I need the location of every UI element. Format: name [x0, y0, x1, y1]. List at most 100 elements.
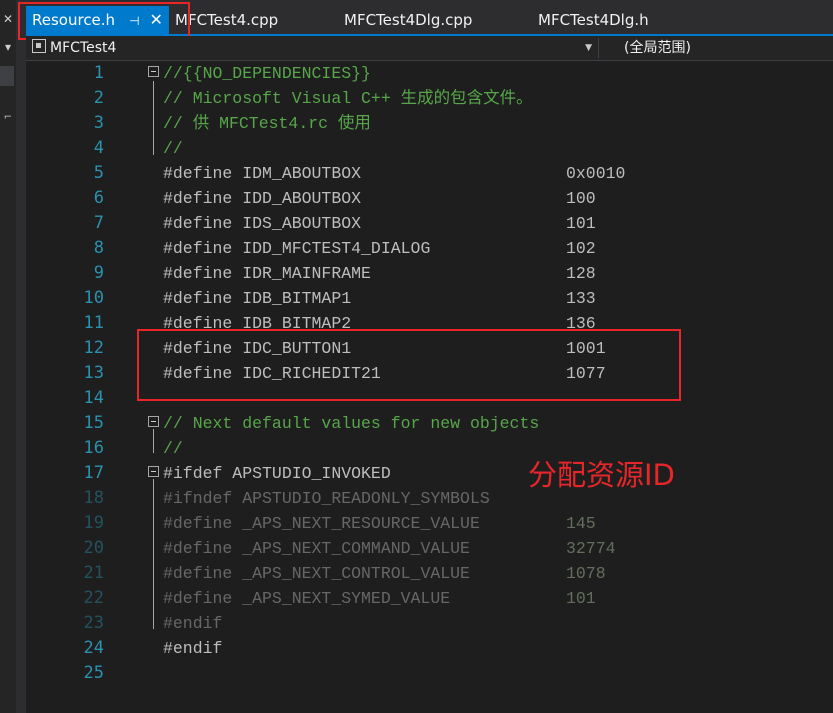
code-text: #define _APS_NEXT_CONTROL_VALUE — [163, 564, 470, 583]
code-text: #ifdef APSTUDIO_INVOKED — [163, 464, 391, 483]
line-number: 4 — [93, 138, 104, 158]
line-number: 19 — [83, 513, 104, 533]
code-line: 4 // — [54, 136, 833, 161]
code-text: #define IDB_BITMAP1 — [163, 289, 352, 308]
tab-label: MFCTest4.cpp — [175, 11, 279, 29]
line-number: 1 — [93, 63, 104, 83]
code-text: #endif — [163, 614, 223, 633]
code-line: 7 #define IDS_ABOUTBOX 101 — [54, 211, 833, 236]
line-number: 10 — [83, 288, 104, 308]
line-number: 16 — [83, 438, 104, 458]
code-text: #define IDS_ABOUTBOX — [163, 214, 362, 233]
line-number: 15 — [83, 413, 104, 433]
project-icon — [32, 39, 46, 53]
code-line: 22 #define _APS_NEXT_SYMED_VALUE 101 — [54, 586, 833, 611]
line-number: 24 — [83, 638, 104, 658]
scope-label: (全局范围) — [624, 40, 691, 56]
code-line: 16 // — [54, 436, 833, 461]
line-number: 18 — [83, 488, 104, 508]
navbar-divider — [598, 38, 599, 58]
tab-mfctest4dlg-h[interactable]: MFCTest4Dlg.h — [538, 6, 649, 34]
code-line: 20 #define _APS_NEXT_COMMAND_VALUE 32774 — [54, 536, 833, 561]
code-text: #define IDD_ABOUTBOX — [163, 189, 362, 208]
code-text: #define _APS_NEXT_RESOURCE_VALUE — [163, 514, 480, 533]
code-text: // 供 MFCTest4.rc 使用 — [163, 114, 371, 133]
line-number: 8 — [93, 238, 104, 258]
close-icon[interactable]: ✕ — [0, 12, 16, 26]
line-number: 9 — [93, 263, 104, 283]
code-text: #define IDM_ABOUTBOX — [163, 164, 362, 183]
code-line: 5 #define IDM_ABOUTBOX 0x0010 — [54, 161, 833, 186]
fold-toggle-icon[interactable] — [148, 466, 159, 477]
define-value: 1078 — [566, 564, 606, 583]
code-line: 18 #ifndef APSTUDIO_READONLY_SYMBOLS — [54, 486, 833, 511]
fold-toggle-icon[interactable] — [148, 416, 159, 427]
code-text: #define IDR_MAINFRAME — [163, 264, 371, 283]
left-dock-strip: ✕ ▾ ⌐ — [0, 0, 16, 713]
tab-label: MFCTest4Dlg.cpp — [344, 11, 473, 29]
dropdown-icon[interactable]: ▾ — [0, 40, 16, 54]
code-text: #ifndef APSTUDIO_READONLY_SYMBOLS — [163, 489, 490, 508]
code-text: #endif — [163, 639, 223, 658]
navigation-bar: MFCTest4 ▼ (全局范围) — [26, 36, 833, 61]
define-value: 0x0010 — [566, 164, 626, 183]
code-line: 1 //{{NO_DEPENDENCIES}} — [54, 61, 833, 86]
code-text: // — [163, 439, 183, 458]
dock-tick: ⌐ — [3, 112, 13, 123]
line-number: 6 — [93, 188, 104, 208]
code-text: // Next default values for new objects — [163, 414, 540, 433]
define-value: 145 — [566, 514, 596, 533]
line-number: 17 — [83, 463, 104, 483]
code-line: 8 #define IDD_MFCTEST4_DIALOG 102 — [54, 236, 833, 261]
line-number: 23 — [83, 613, 104, 633]
code-line: 2 // Microsoft Visual C++ 生成的包含文件。 — [54, 86, 833, 111]
define-value: 101 — [566, 589, 596, 608]
tab-label: MFCTest4Dlg.h — [538, 11, 649, 29]
editor-gutter — [26, 61, 54, 713]
define-highlight-box — [137, 329, 681, 401]
code-line: 24 #endif — [54, 636, 833, 661]
tab-mfctest4dlg-cpp[interactable]: MFCTest4Dlg.cpp — [344, 6, 472, 34]
scope-dropdown[interactable]: (全局范围) — [600, 38, 833, 58]
define-value: 101 — [566, 214, 596, 233]
tab-mfctest4-cpp[interactable]: MFCTest4.cpp — [175, 6, 278, 34]
code-text: #define _APS_NEXT_COMMAND_VALUE — [163, 539, 470, 558]
code-line: 23 #endif — [54, 611, 833, 636]
code-line: 9 #define IDR_MAINFRAME 128 — [54, 261, 833, 286]
line-number: 12 — [83, 338, 104, 358]
line-number: 14 — [83, 388, 104, 408]
code-text: // — [163, 139, 183, 158]
line-number: 2 — [93, 88, 104, 108]
code-text: // Microsoft Visual C++ 生成的包含文件。 — [163, 89, 533, 108]
dock-selection — [0, 66, 14, 86]
line-number: 13 — [83, 363, 104, 383]
line-number: 21 — [83, 563, 104, 583]
left-splitter[interactable] — [16, 0, 26, 713]
project-label: MFCTest4 — [50, 40, 117, 56]
line-number: 7 — [93, 213, 104, 233]
code-text: #define IDD_MFCTEST4_DIALOG — [163, 239, 431, 258]
fold-toggle-icon[interactable] — [148, 66, 159, 77]
code-text: //{{NO_DEPENDENCIES}} — [163, 64, 371, 83]
line-number: 25 — [83, 663, 104, 683]
define-value: 100 — [566, 189, 596, 208]
code-line: 6 #define IDD_ABOUTBOX 100 — [54, 186, 833, 211]
code-line: 10 #define IDB_BITMAP1 133 — [54, 286, 833, 311]
define-value: 133 — [566, 289, 596, 308]
line-number: 11 — [83, 313, 104, 333]
code-line: 19 #define _APS_NEXT_RESOURCE_VALUE 145 — [54, 511, 833, 536]
define-value: 128 — [566, 264, 596, 283]
code-line: 3 // 供 MFCTest4.rc 使用 — [54, 111, 833, 136]
annotation-label: 分配资源ID — [528, 458, 675, 492]
code-line: 21 #define _APS_NEXT_CONTROL_VALUE 1078 — [54, 561, 833, 586]
chevron-down-icon[interactable]: ▼ — [585, 38, 592, 58]
project-dropdown[interactable]: MFCTest4 ▼ — [30, 38, 596, 58]
line-number: 20 — [83, 538, 104, 558]
code-line: 25 — [54, 661, 833, 686]
line-number: 3 — [93, 113, 104, 133]
tab-highlight-box — [18, 2, 190, 40]
define-value: 102 — [566, 239, 596, 258]
code-text: #define _APS_NEXT_SYMED_VALUE — [163, 589, 451, 608]
code-line: 15 // Next default values for new object… — [54, 411, 833, 436]
code-line: 17 #ifdef APSTUDIO_INVOKED — [54, 461, 833, 486]
